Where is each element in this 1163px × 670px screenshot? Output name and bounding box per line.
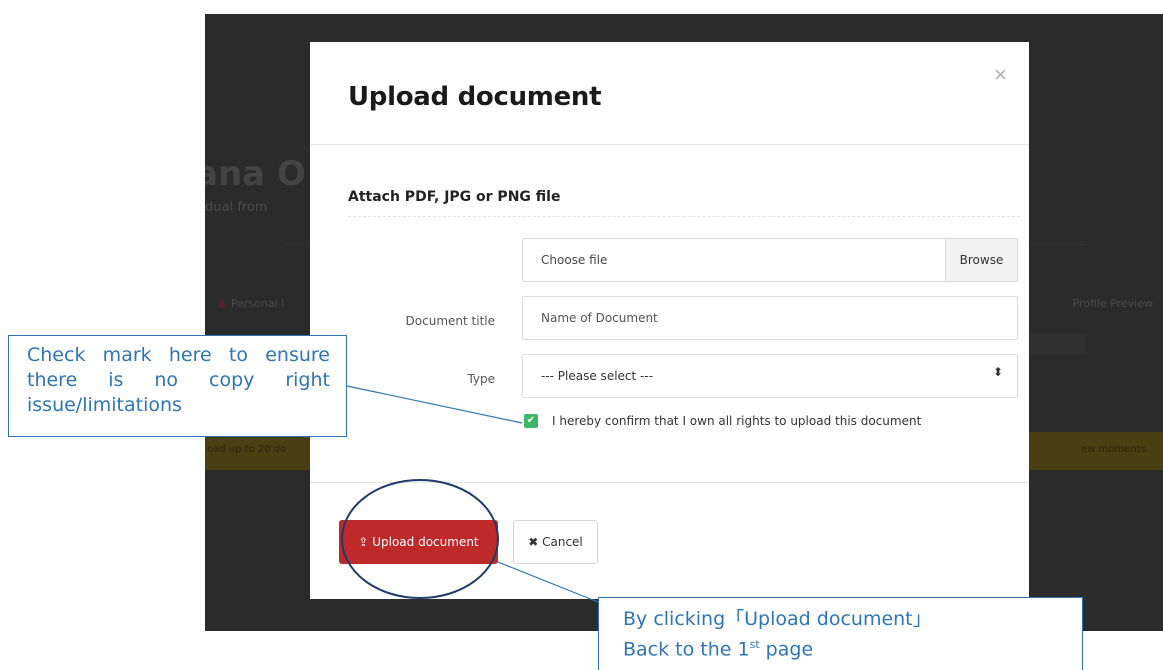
times-icon: ✖ [528,535,539,549]
background-profile-subtitle: dual from [205,200,268,215]
modal-title: Upload document [348,82,602,112]
upload-document-button[interactable]: ⇪ Upload document [339,520,498,564]
file-chooser-text[interactable]: Choose file [541,253,607,267]
footer-divider [310,482,1029,483]
background-profile-name: ana O [205,154,306,194]
upload-button-label: Upload document [372,535,479,549]
background-banner-text-right: ew moments. [1081,444,1149,455]
cancel-button-label: Cancel [542,535,583,549]
section-label: Attach PDF, JPG or PNG file [348,189,561,205]
select-arrows-icon: ⬍ [992,365,1003,379]
upload-icon: ⇪ [358,535,369,549]
background-tab-profile-preview: Profile Preview [1072,297,1153,310]
document-title-input[interactable] [522,296,1018,340]
browse-button[interactable]: Browse [945,239,1017,281]
background-tab-personal: ♟ Personal I [217,297,285,310]
confirm-rights-label[interactable]: I hereby confirm that I own all rights t… [552,414,921,428]
close-icon[interactable]: × [994,64,1007,86]
type-select[interactable]: --- Please select --- ⬍ [522,354,1018,398]
callout-upload-note: By clicking「Upload document」 Back to the… [598,597,1083,670]
callout-upload-line2: Back to the 1st page [623,638,814,661]
type-select-value: --- Please select --- [541,369,654,383]
callout-upload-line1: By clicking「Upload document」 [623,608,932,630]
type-label: Type [467,372,495,386]
callout-checkbox-note: Check mark here to ensure there is no co… [8,335,347,437]
background-banner-text-left: oad up to 20 do [207,444,287,455]
document-title-label: Document title [405,314,495,328]
header-divider [310,144,1029,145]
section-divider [348,216,1020,217]
confirm-rights-checkbox[interactable]: ✔ [524,414,538,428]
file-chooser[interactable]: Choose file Browse [522,238,1018,282]
cancel-button[interactable]: ✖ Cancel [513,520,598,564]
upload-document-modal: Upload document × Attach PDF, JPG or PNG… [310,42,1029,599]
user-icon: ♟ [217,297,227,310]
